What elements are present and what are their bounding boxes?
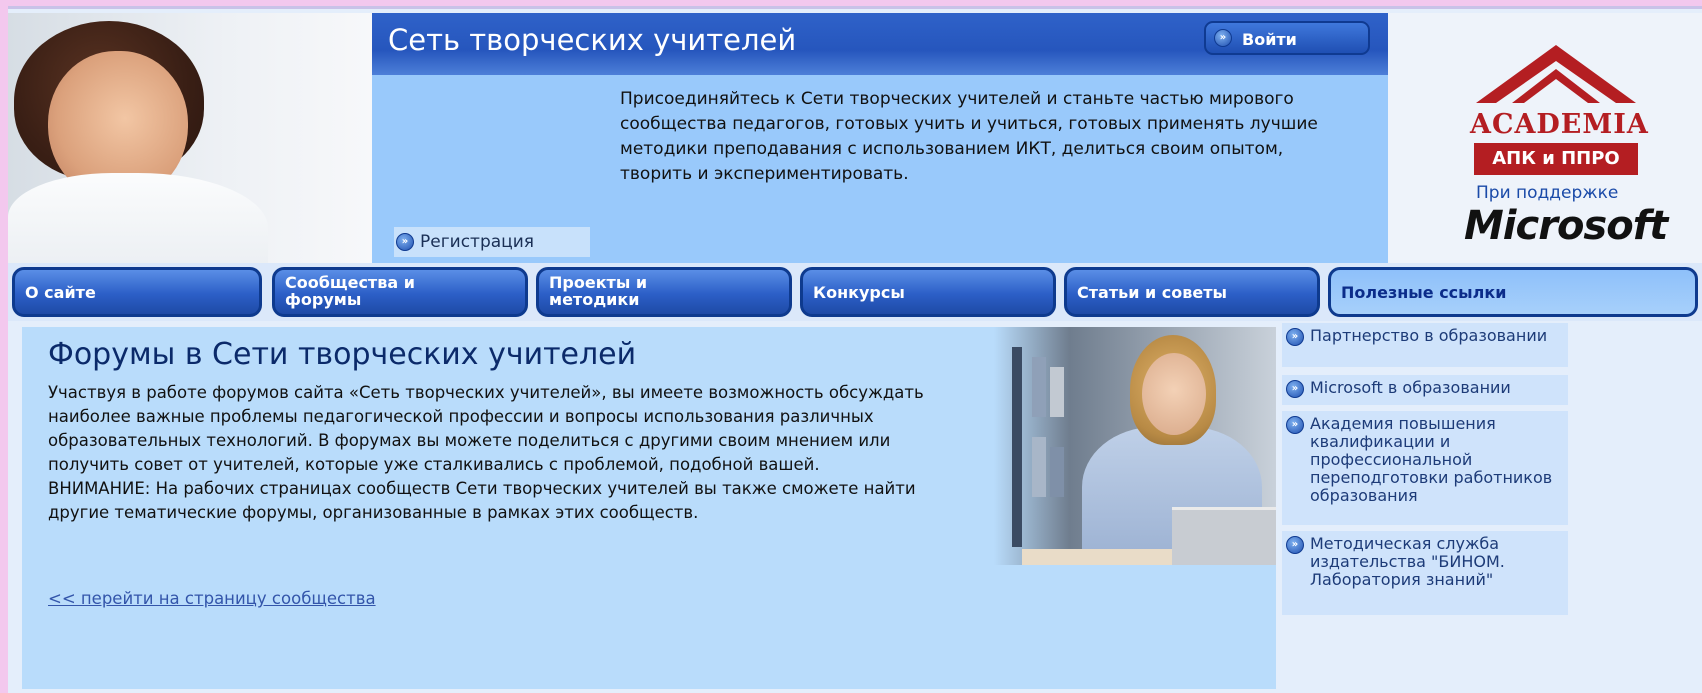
nav-tab-about[interactable]: О сайте <box>12 267 262 317</box>
nav-tab-label: Конкурсы <box>813 283 905 302</box>
main-navigation: О сайте Сообщества и форумы Проекты и ме… <box>8 263 1702 321</box>
useful-links-sidebar: » Партнерство в образовании » Microsoft … <box>1276 321 1702 693</box>
nav-tab-label: Проекты и методики <box>549 273 648 309</box>
arrow-circle-icon: » <box>1286 536 1304 554</box>
nav-tab-contests[interactable]: Конкурсы <box>800 267 1056 317</box>
register-link[interactable]: » Регистрация <box>394 227 590 257</box>
nav-tab-projects[interactable]: Проекты и методики <box>536 267 792 317</box>
register-label: Регистрация <box>420 232 534 252</box>
page-frame: Сеть творческих учителей » Войти Присоед… <box>8 6 1702 693</box>
login-button[interactable]: » Войти <box>1204 21 1370 55</box>
forum-paragraph: Участвуя в работе форумов сайта «Сеть тв… <box>48 383 924 474</box>
apk-label: АПК и ППРО <box>1474 143 1638 175</box>
login-button-label: Войти <box>1242 30 1297 49</box>
arrow-circle-icon: » <box>396 233 414 251</box>
sidebar-link-label: Академия повышения квалификации и профес… <box>1310 414 1553 505</box>
forum-description: Участвуя в работе форумов сайта «Сеть тв… <box>48 381 948 525</box>
community-page-link[interactable]: << перейти на страницу сообщества <box>48 589 376 608</box>
nav-tab-communities[interactable]: Сообщества и форумы <box>272 267 528 317</box>
intro-text: Присоединяйтесь к Сети творческих учител… <box>620 89 1318 184</box>
arrow-circle-icon: » <box>1286 416 1304 434</box>
support-label: При поддержке <box>1476 183 1619 203</box>
arrow-circle-icon: » <box>1286 380 1304 398</box>
nav-tab-useful-links[interactable]: Полезные ссылки <box>1328 267 1698 317</box>
sidebar-link-label: Microsoft в образовании <box>1310 378 1511 397</box>
student-photo <box>932 327 1276 565</box>
nav-tab-label: Сообщества и форумы <box>285 273 415 309</box>
sidebar-link-label: Партнерство в образовании <box>1310 326 1548 345</box>
microsoft-logo: Microsoft <box>1464 203 1668 249</box>
main-content: Форумы в Сети творческих учителей Участв… <box>22 327 1276 689</box>
header-photo-teacher <box>8 13 372 263</box>
header-title-bar: Сеть творческих учителей » Войти <box>372 13 1388 75</box>
academia-wordmark: ACADEMIA <box>1470 109 1649 140</box>
sidebar-link-label: Методическая служба издательства "БИНОМ.… <box>1310 534 1505 589</box>
page-title: Форумы в Сети творческих учителей <box>48 337 637 372</box>
sidebar-link-academy[interactable]: » Академия повышения квалификации и проф… <box>1282 411 1568 525</box>
site-title: Сеть творческих учителей <box>388 23 797 57</box>
arrow-circle-icon: » <box>1214 29 1232 47</box>
sidebar-link-microsoft-education[interactable]: » Microsoft в образовании <box>1282 375 1568 405</box>
forum-notice: ВНИМАНИЕ: На рабочих страницах сообществ… <box>48 479 916 522</box>
academia-roof-logo <box>1476 45 1636 103</box>
nav-tab-articles[interactable]: Статьи и советы <box>1064 267 1320 317</box>
sidebar-link-partnership[interactable]: » Партнерство в образовании <box>1282 323 1568 367</box>
nav-tab-label: О сайте <box>25 283 96 302</box>
sidebar-link-binom[interactable]: » Методическая служба издательства "БИНО… <box>1282 531 1568 615</box>
nav-tab-label: Статьи и советы <box>1077 283 1227 302</box>
nav-tab-label: Полезные ссылки <box>1341 283 1507 302</box>
intro-panel: Присоединяйтесь к Сети творческих учител… <box>372 75 1388 263</box>
academia-branding: ACADEMIA АПК и ППРО При поддержке Micros… <box>1388 13 1702 263</box>
arrow-circle-icon: » <box>1286 328 1304 346</box>
